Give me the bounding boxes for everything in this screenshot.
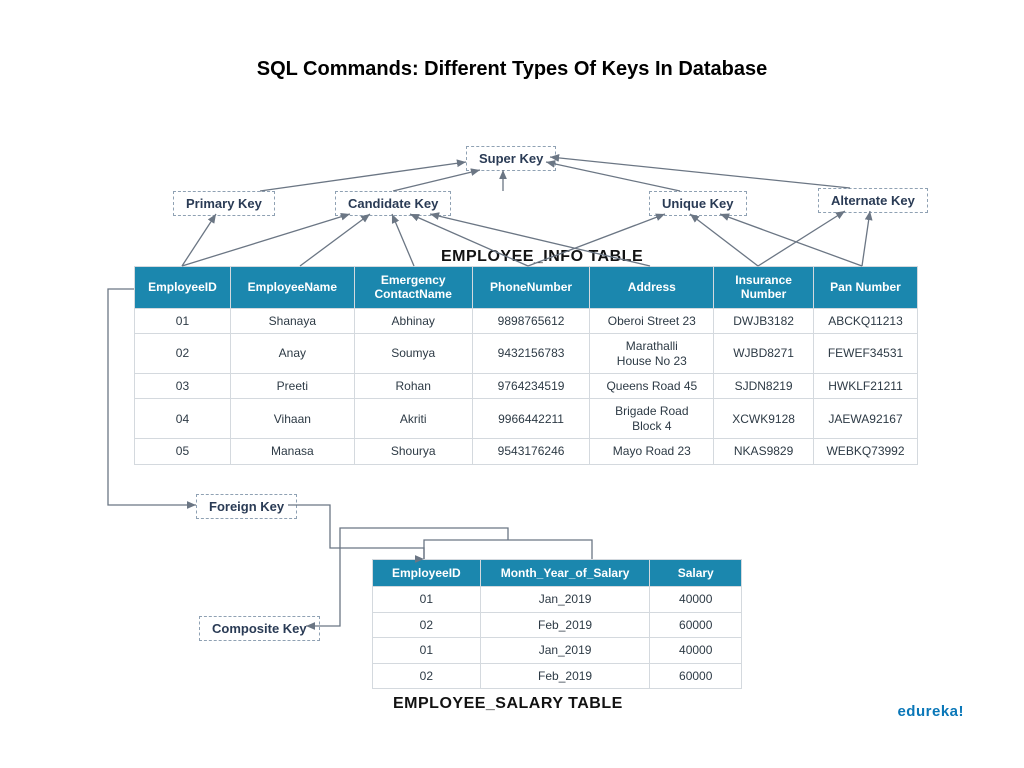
cell: XCWK9128 [714, 399, 814, 439]
cell: 9543176246 [472, 439, 590, 464]
cell: Abhinay [354, 308, 472, 333]
col-header: Pan Number [814, 267, 918, 309]
cell: Shanaya [230, 308, 354, 333]
cell: HWKLF21211 [814, 373, 918, 398]
key-composite: Composite Key [199, 616, 320, 641]
cell: Vihaan [230, 399, 354, 439]
cell: Mayo Road 23 [590, 439, 714, 464]
employee-salary-table: EmployeeIDMonth_Year_of_SalarySalary 01J… [372, 559, 742, 689]
table-row: 02Feb_201960000 [373, 663, 742, 688]
cell: ABCKQ11213 [814, 308, 918, 333]
cell: Rohan [354, 373, 472, 398]
col-header: Month_Year_of_Salary [480, 560, 650, 587]
col-header: EmployeeID [135, 267, 231, 309]
page-title: SQL Commands: Different Types Of Keys In… [0, 58, 1024, 81]
cell: Manasa [230, 439, 354, 464]
cell: 9966442211 [472, 399, 590, 439]
col-header: Salary [650, 560, 742, 587]
table2-title: EMPLOYEE_SALARY TABLE [393, 695, 623, 713]
cell: 02 [373, 612, 481, 637]
key-candidate: Candidate Key [335, 191, 451, 216]
col-header: EmployeeID [373, 560, 481, 587]
cell: JAEWA92167 [814, 399, 918, 439]
table1-title: EMPLOYEE_INFO TABLE [441, 248, 643, 266]
col-header: Address [590, 267, 714, 309]
table-row: 01ShanayaAbhinay9898765612Oberoi Street … [135, 308, 918, 333]
cell: 02 [373, 663, 481, 688]
table-row: 02AnaySoumya9432156783MarathalliHouse No… [135, 334, 918, 374]
cell: 05 [135, 439, 231, 464]
cell: NKAS9829 [714, 439, 814, 464]
cell: Queens Road 45 [590, 373, 714, 398]
cell: 04 [135, 399, 231, 439]
cell: Anay [230, 334, 354, 374]
cell: Shourya [354, 439, 472, 464]
cell: Soumya [354, 334, 472, 374]
cell: 03 [135, 373, 231, 398]
cell: MarathalliHouse No 23 [590, 334, 714, 374]
key-alternate: Alternate Key [818, 188, 928, 213]
cell: WJBD8271 [714, 334, 814, 374]
cell: 01 [135, 308, 231, 333]
table-row: 01Jan_201940000 [373, 587, 742, 612]
cell: 01 [373, 638, 481, 663]
col-header: EmergencyContactName [354, 267, 472, 309]
cell: 60000 [650, 612, 742, 637]
cell: 01 [373, 587, 481, 612]
cell: DWJB3182 [714, 308, 814, 333]
cell: Brigade RoadBlock 4 [590, 399, 714, 439]
cell: Jan_2019 [480, 638, 650, 663]
key-primary: Primary Key [173, 191, 275, 216]
table-row: 01Jan_201940000 [373, 638, 742, 663]
cell: 02 [135, 334, 231, 374]
table-row: 05ManasaShourya9543176246Mayo Road 23NKA… [135, 439, 918, 464]
col-header: InsuranceNumber [714, 267, 814, 309]
cell: 9764234519 [472, 373, 590, 398]
cell: 9898765612 [472, 308, 590, 333]
table-row: 03PreetiRohan9764234519Queens Road 45SJD… [135, 373, 918, 398]
table-row: 02Feb_201960000 [373, 612, 742, 637]
cell: 40000 [650, 638, 742, 663]
cell: 60000 [650, 663, 742, 688]
key-unique: Unique Key [649, 191, 747, 216]
col-header: PhoneNumber [472, 267, 590, 309]
employee-info-table: EmployeeIDEmployeeNameEmergencyContactNa… [134, 266, 918, 465]
cell: SJDN8219 [714, 373, 814, 398]
brand-logo: edureka! [897, 703, 964, 720]
key-foreign: Foreign Key [196, 494, 297, 519]
cell: 40000 [650, 587, 742, 612]
table-row: 04VihaanAkriti9966442211Brigade RoadBloc… [135, 399, 918, 439]
cell: Feb_2019 [480, 612, 650, 637]
col-header: EmployeeName [230, 267, 354, 309]
cell: Feb_2019 [480, 663, 650, 688]
cell: 9432156783 [472, 334, 590, 374]
cell: WEBKQ73992 [814, 439, 918, 464]
cell: Jan_2019 [480, 587, 650, 612]
key-super: Super Key [466, 146, 556, 171]
cell: Akriti [354, 399, 472, 439]
cell: Oberoi Street 23 [590, 308, 714, 333]
cell: Preeti [230, 373, 354, 398]
cell: FEWEF34531 [814, 334, 918, 374]
